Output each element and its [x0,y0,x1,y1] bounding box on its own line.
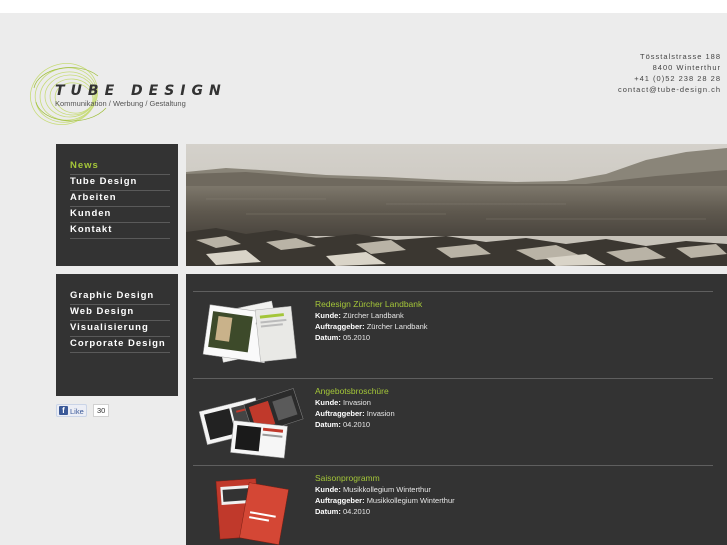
nav-item-visualisierung[interactable]: Visualisierung [70,321,170,337]
commissioner-label: Auftraggeber: [315,409,365,418]
logo-tagline: Kommunikation / Werbung / Gestaltung [55,99,186,108]
project-client: Kunde: Invasion [315,397,705,408]
date-label: Datum: [315,333,341,342]
like-label: Like [70,407,84,416]
date-value: 05.2010 [342,333,371,342]
logo[interactable]: TUBE DESIGN Kommunikation / Werbung / Ge… [28,58,228,130]
project-title[interactable]: Redesign Zürcher Landbank [315,298,705,310]
project-date: Datum: 04.2010 [315,506,705,517]
nav-item-kontakt[interactable]: Kontakt [70,223,170,239]
project-date: Datum: 04.2010 [315,419,705,430]
nav-item-news[interactable]: News [70,159,170,175]
contact-phone: +41 (0)52 238 28 28 [634,74,721,83]
project-info: Angebotsbroschüre Kunde: Invasion Auftra… [315,385,705,430]
project-commissioner: Auftraggeber: Zürcher Landbank [315,321,705,332]
client-label: Kunde: [315,398,341,407]
contact-info: Tösstalstrasse 188 8400 Winterthur +41 (… [618,51,721,95]
project-client: Kunde: Musikkollegium Winterthur [315,484,705,495]
date-value: 04.2010 [342,507,371,516]
like-button[interactable]: f Like [56,404,87,417]
main-nav: News Tube Design Arbeiten Kunden Kontakt [70,159,170,239]
date-label: Datum: [315,420,341,429]
header-banner-image [186,144,727,266]
client-value: Zürcher Landbank [342,311,404,320]
client-label: Kunde: [315,311,341,320]
commissioner-label: Auftraggeber: [315,496,365,505]
project-thumbnail[interactable] [196,383,306,459]
main-nav-panel: News Tube Design Arbeiten Kunden Kontakt [56,144,178,266]
contact-email[interactable]: contact@tube-design.ch [618,84,721,95]
list-item: Saisonprogramm Kunde: Musikkollegium Win… [193,465,713,545]
nav-item-corporate-design[interactable]: Corporate Design [70,337,170,353]
nav-item-web-design[interactable]: Web Design [70,305,170,321]
logo-title: TUBE DESIGN [55,83,227,99]
project-title[interactable]: Angebotsbroschüre [315,385,705,397]
project-thumbnail[interactable] [196,470,306,545]
date-label: Datum: [315,507,341,516]
commissioner-value: Zürcher Landbank [366,322,428,331]
nav-item-kunden[interactable]: Kunden [70,207,170,223]
project-commissioner: Auftraggeber: Invasion [315,408,705,419]
list-item: Angebotsbroschüre Kunde: Invasion Auftra… [193,378,713,465]
project-info: Redesign Zürcher Landbank Kunde: Zürcher… [315,298,705,343]
client-label: Kunde: [315,485,341,494]
date-value: 04.2010 [342,420,371,429]
landscape-photo [186,144,727,266]
project-title[interactable]: Saisonprogramm [315,472,705,484]
project-info: Saisonprogramm Kunde: Musikkollegium Win… [315,472,705,517]
list-item: Redesign Zürcher Landbank Kunde: Zürcher… [193,291,713,378]
project-thumbnail[interactable] [196,296,306,372]
top-strip [0,0,727,13]
project-list: Redesign Zürcher Landbank Kunde: Zürcher… [186,274,727,545]
project-commissioner: Auftraggeber: Musikkollegium Winterthur [315,495,705,506]
client-value: Invasion [342,398,371,407]
nav-item-tube-design[interactable]: Tube Design [70,175,170,191]
project-client: Kunde: Zürcher Landbank [315,310,705,321]
contact-street: Tösstalstrasse 188 [640,52,721,61]
services-nav: Graphic Design Web Design Visualisierung… [70,289,170,353]
nav-item-graphic-design[interactable]: Graphic Design [70,289,170,305]
project-date: Datum: 05.2010 [315,332,705,343]
like-count: 30 [93,404,110,417]
commissioner-value: Invasion [366,409,395,418]
nav-item-arbeiten[interactable]: Arbeiten [70,191,170,207]
facebook-icon: f [59,406,68,415]
client-value: Musikkollegium Winterthur [342,485,431,494]
commissioner-label: Auftraggeber: [315,322,365,331]
commissioner-value: Musikkollegium Winterthur [366,496,455,505]
contact-city: 8400 Winterthur [652,63,721,72]
services-nav-panel: Graphic Design Web Design Visualisierung… [56,274,178,396]
